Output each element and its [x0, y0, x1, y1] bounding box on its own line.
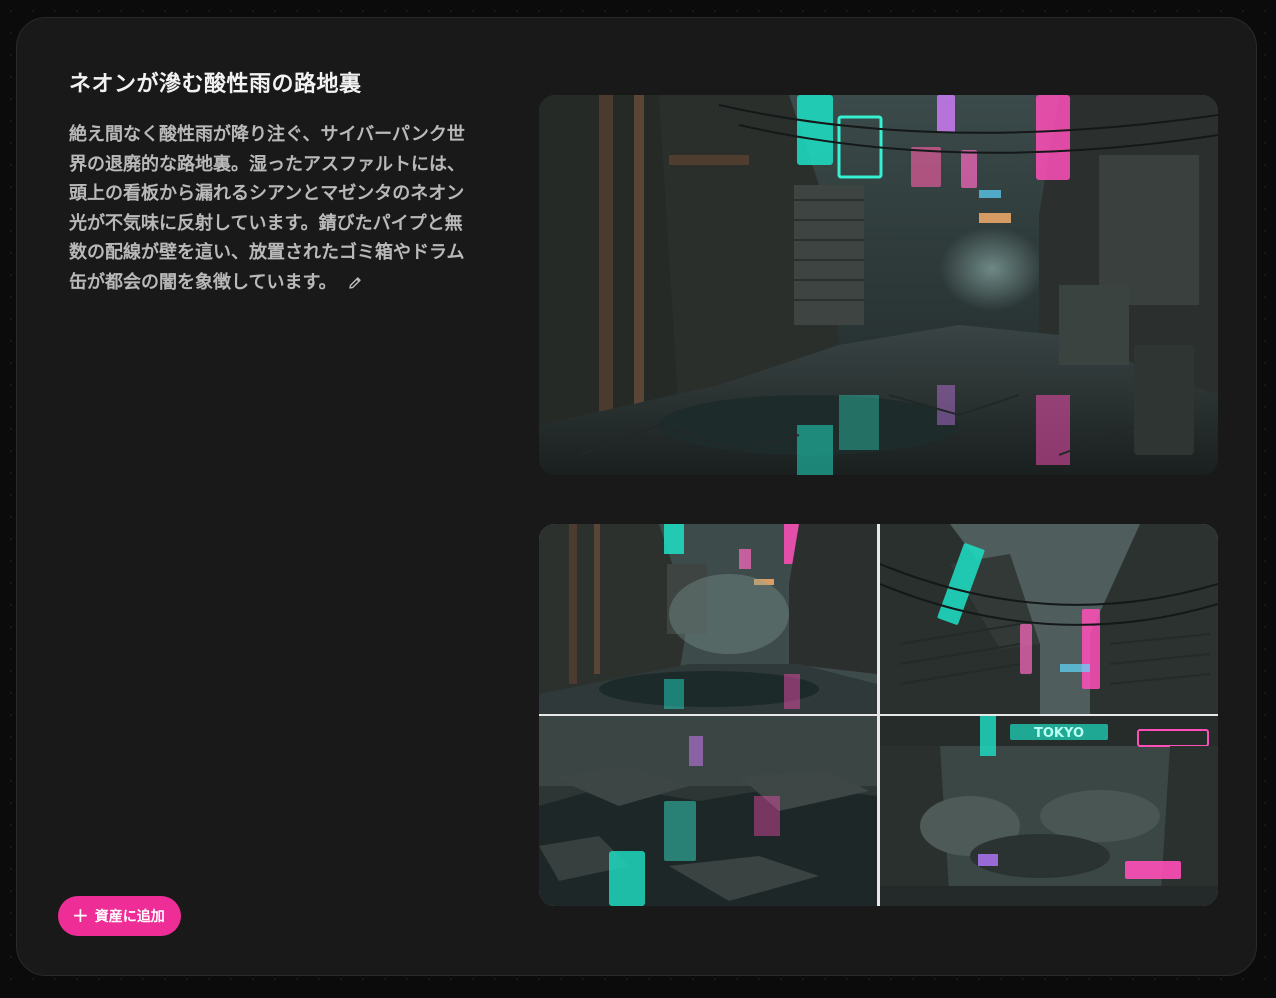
pencil-icon[interactable]: [347, 275, 363, 291]
variant-image-1[interactable]: [539, 524, 877, 714]
plus-icon: +: [72, 903, 89, 927]
main-image[interactable]: [539, 95, 1218, 475]
variant-image-2[interactable]: [880, 524, 1218, 714]
add-to-assets-label: 資産に追加: [94, 909, 165, 925]
description-text: 絶え間なく酸性雨が降り注ぐ、サイバーパンク世界の退廃的な路地裏。湿ったアスファル…: [69, 124, 465, 293]
generation-card: ネオンが滲む酸性雨の路地裏 絶え間なく酸性雨が降り注ぐ、サイバーパンク世界の退廃…: [16, 17, 1257, 976]
variant-image-3[interactable]: [539, 716, 877, 906]
variant-grid: TOKYO: [539, 524, 1218, 906]
card-description: 絶え間なく酸性雨が降り注ぐ、サイバーパンク世界の退廃的な路地裏。湿ったアスファル…: [69, 120, 469, 297]
card-title: ネオンが滲む酸性雨の路地裏: [69, 72, 362, 97]
add-to-assets-button[interactable]: + 資産に追加: [58, 896, 181, 936]
variant-image-4[interactable]: TOKYO: [880, 716, 1218, 906]
variant-sign-text: TOKYO: [1034, 726, 1084, 741]
